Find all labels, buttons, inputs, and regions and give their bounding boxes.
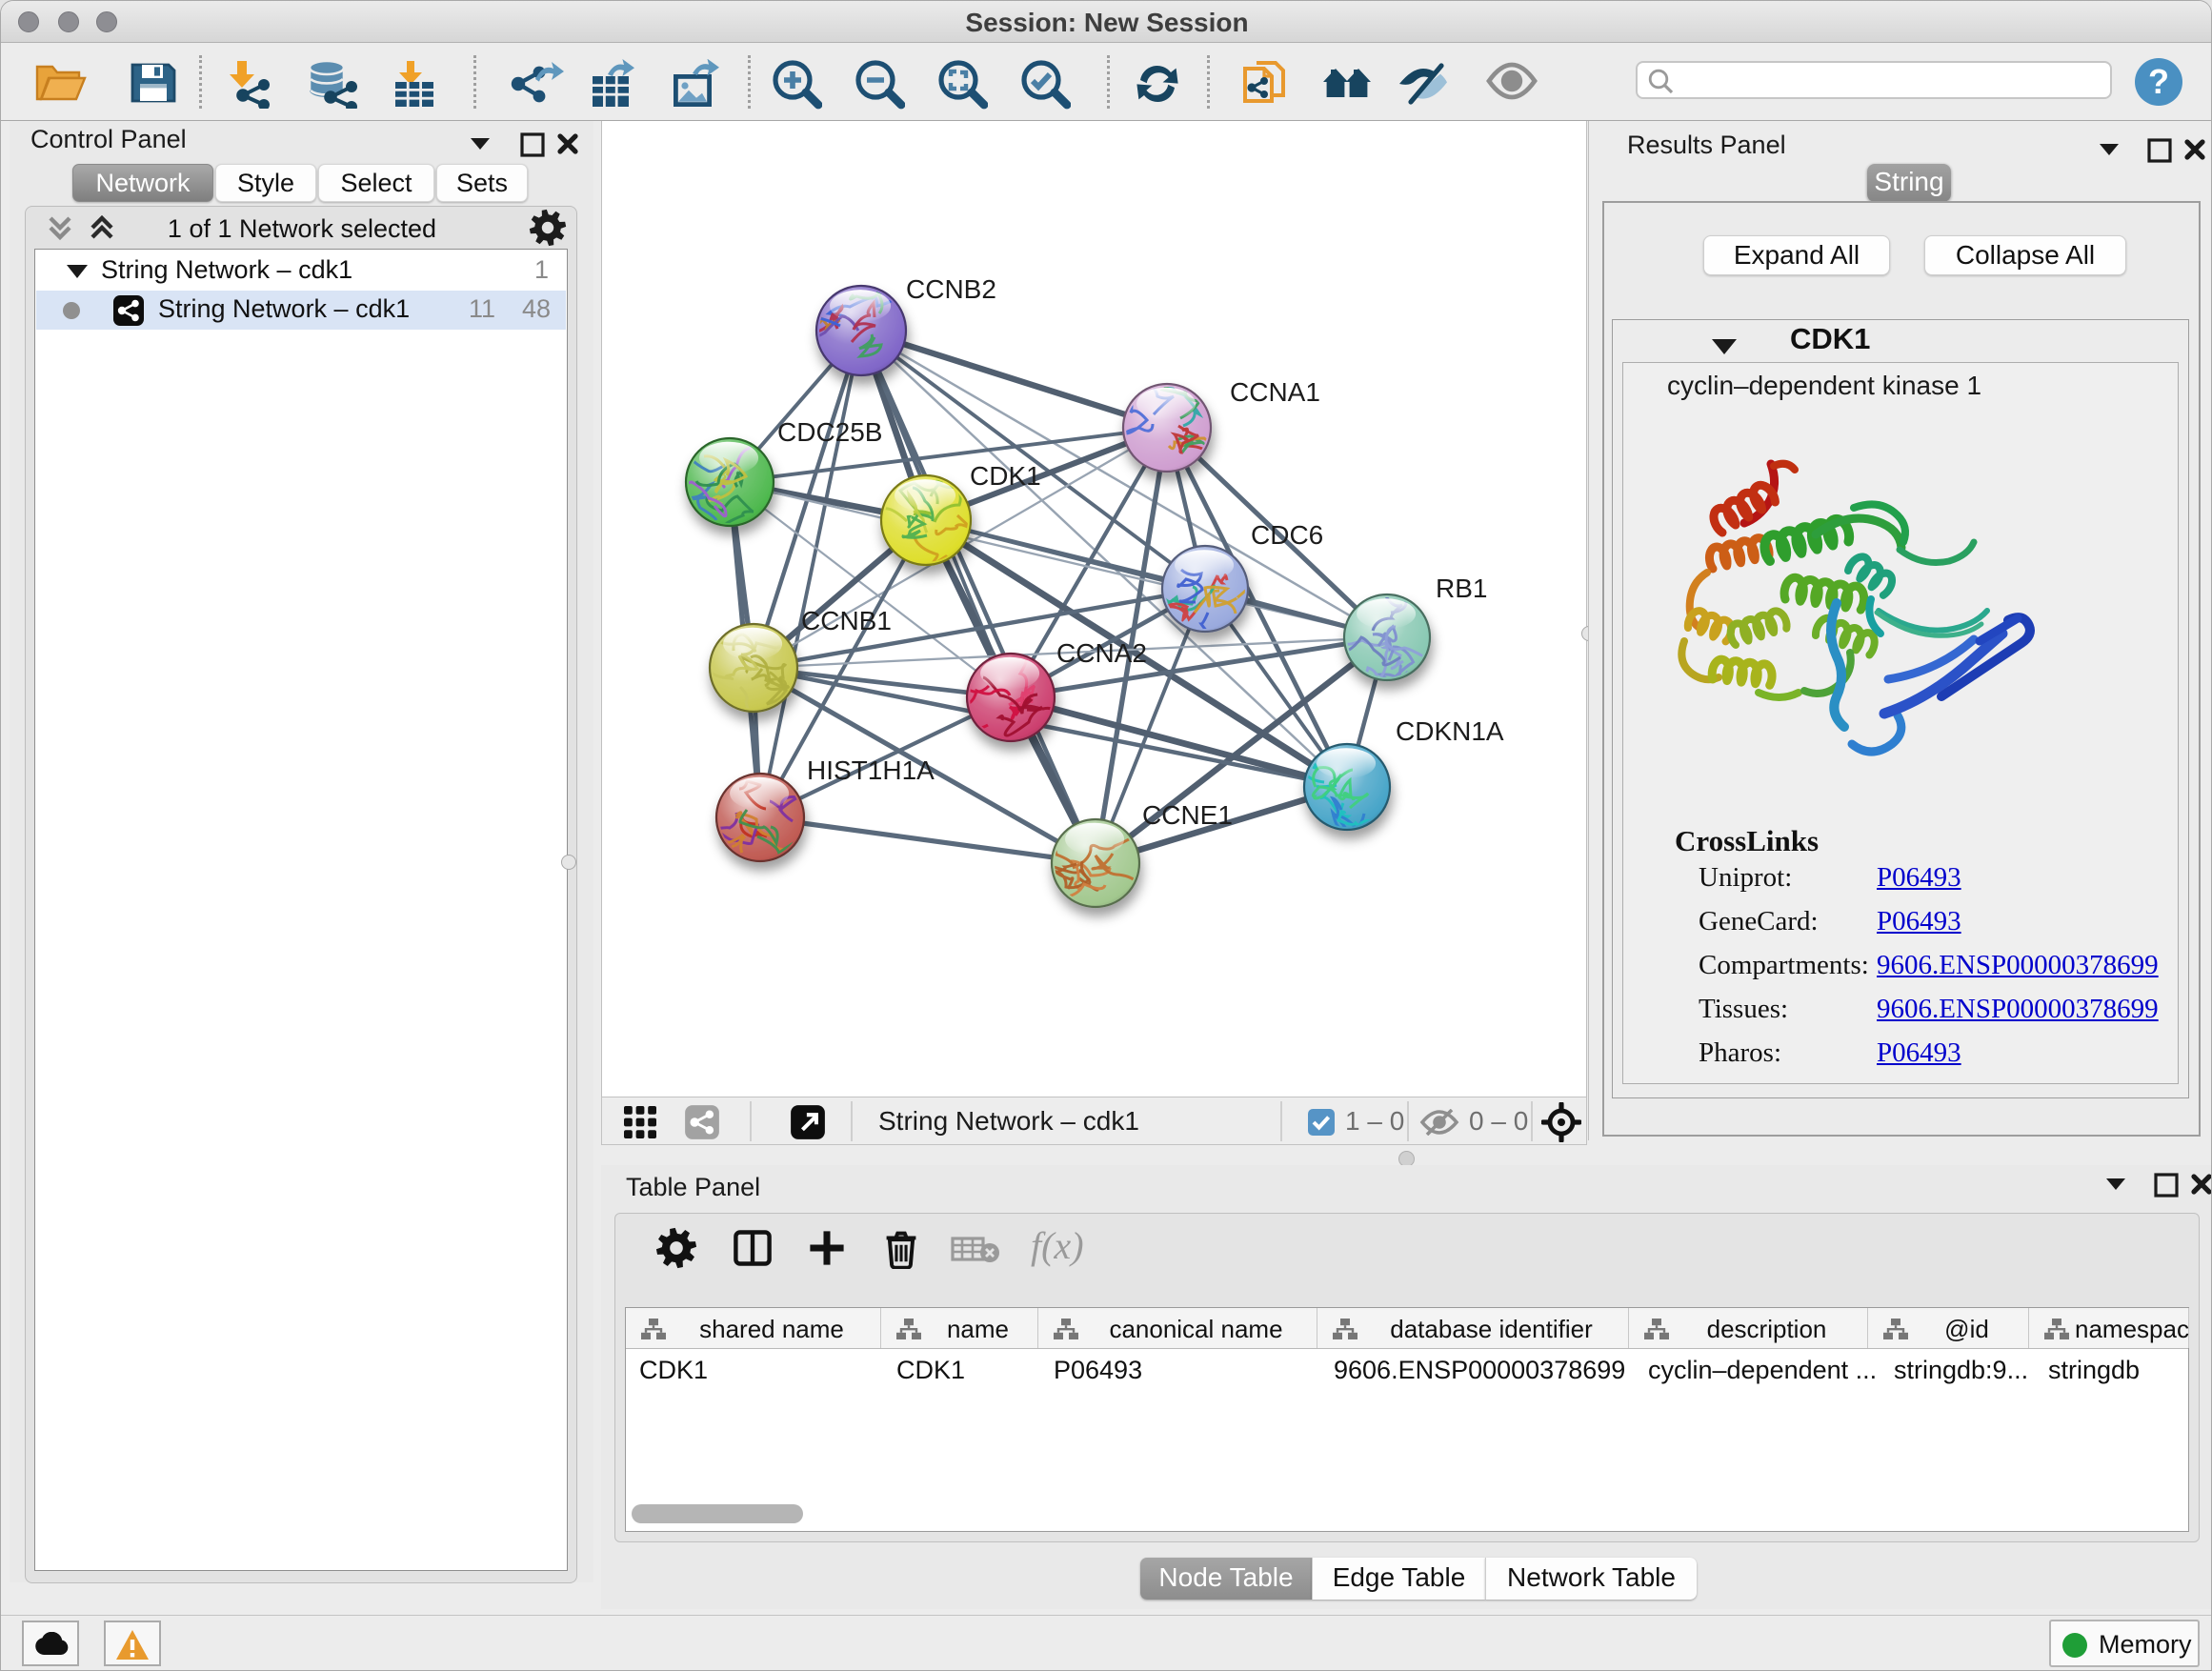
svg-text:CDKN1A: CDKN1A bbox=[1396, 716, 1504, 746]
svg-text:RB1: RB1 bbox=[1436, 574, 1487, 603]
svg-text:CCNA2: CCNA2 bbox=[1056, 638, 1147, 668]
svg-text:CDC25B: CDC25B bbox=[777, 417, 882, 447]
svg-text:CDK1: CDK1 bbox=[970, 461, 1041, 491]
svg-text:HIST1H1A: HIST1H1A bbox=[807, 755, 935, 785]
svg-text:CCNB1: CCNB1 bbox=[801, 606, 892, 635]
svg-text:CCNB2: CCNB2 bbox=[906, 274, 996, 304]
svg-text:CCNA1: CCNA1 bbox=[1230, 377, 1320, 407]
svg-text:CCNE1: CCNE1 bbox=[1142, 800, 1233, 830]
svg-text:CDC6: CDC6 bbox=[1251, 520, 1323, 550]
svg-text:?: ? bbox=[2148, 62, 2169, 101]
